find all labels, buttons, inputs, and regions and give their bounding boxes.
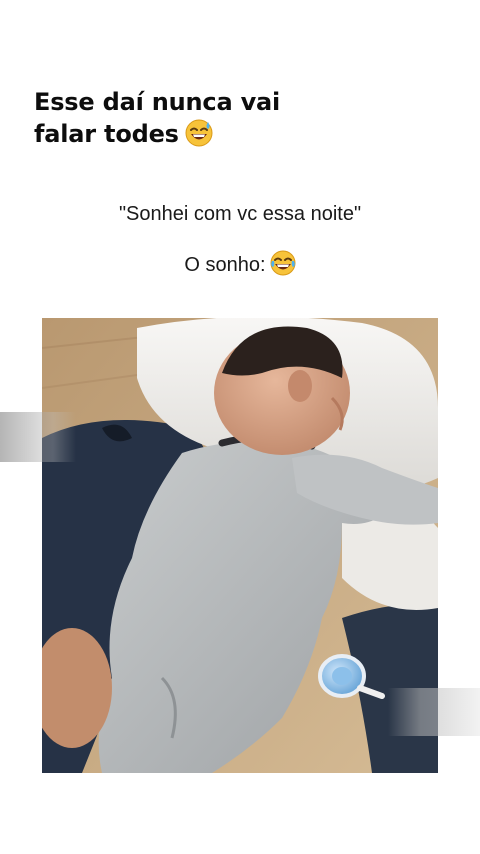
dream-quote: "Sonhei com vc essa noite": [118, 203, 362, 225]
caption-line-2: falar todes: [34, 120, 179, 148]
sleeping-baby-photo: [42, 318, 438, 773]
caption-line-1: Esse daí nunca vai: [34, 88, 281, 116]
right-edge-artifact: [388, 688, 480, 736]
caption-text: Esse daí nunca vai falar todes: [34, 86, 334, 155]
sweat-smile-emoji-icon: [185, 119, 213, 155]
left-edge-artifact: [0, 412, 76, 462]
tears-of-joy-emoji-icon: [270, 250, 296, 282]
dream-answer-row: O sonho:: [0, 250, 480, 282]
dream-answer: O sonho:: [184, 254, 266, 276]
caption-line-2-row: falar todes: [34, 118, 334, 155]
